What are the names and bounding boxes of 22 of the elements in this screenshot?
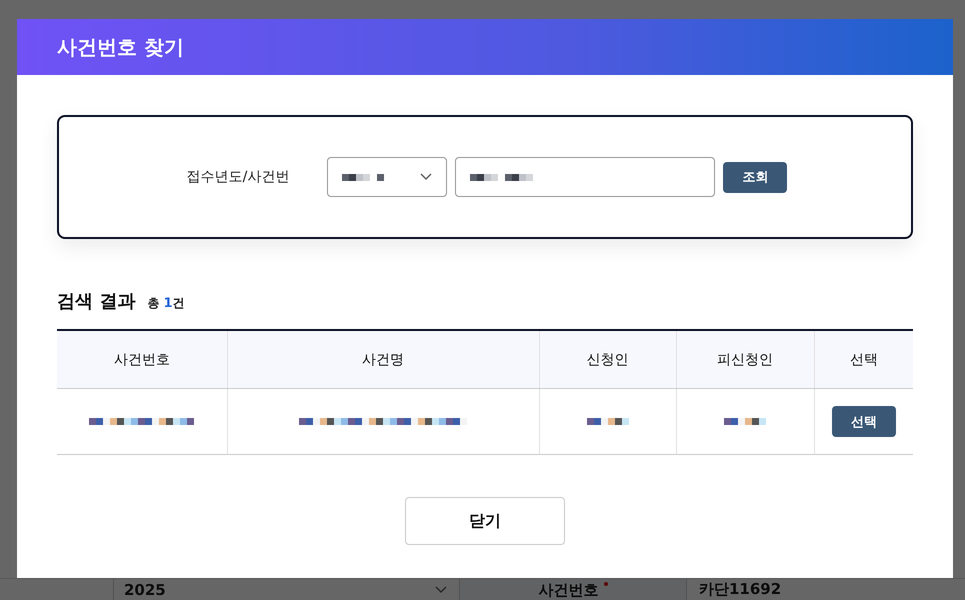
field-label: 사건번호 bbox=[538, 580, 598, 600]
column-header: 사건명 bbox=[227, 330, 539, 388]
close-button[interactable]: 닫기 bbox=[405, 497, 565, 545]
case-number-value: 카단11692 bbox=[686, 579, 782, 600]
case-number-field[interactable] bbox=[455, 157, 716, 197]
year-select[interactable] bbox=[327, 157, 448, 197]
column-header: 피신청인 bbox=[676, 330, 814, 388]
search-button[interactable]: 조회 bbox=[723, 162, 788, 192]
chevron-down-icon bbox=[420, 173, 432, 181]
field-label: 접수년도/사건번 bbox=[186, 168, 290, 186]
result-count: 총 1건 bbox=[147, 295, 185, 312]
redacted-block bbox=[342, 174, 384, 180]
select-button[interactable]: 선택 bbox=[832, 406, 896, 437]
chevron-down-icon bbox=[435, 586, 447, 594]
column-header: 선택 bbox=[814, 330, 913, 388]
column-header: 사건번호 bbox=[57, 330, 227, 388]
column-header: 신청인 bbox=[539, 330, 676, 388]
redacted-block bbox=[724, 418, 766, 425]
redacted-block bbox=[470, 174, 534, 180]
redacted-block bbox=[586, 418, 628, 425]
results-title: 검색 결과 bbox=[57, 290, 136, 313]
dialog-title: 사건번호 찾기 bbox=[57, 34, 184, 60]
